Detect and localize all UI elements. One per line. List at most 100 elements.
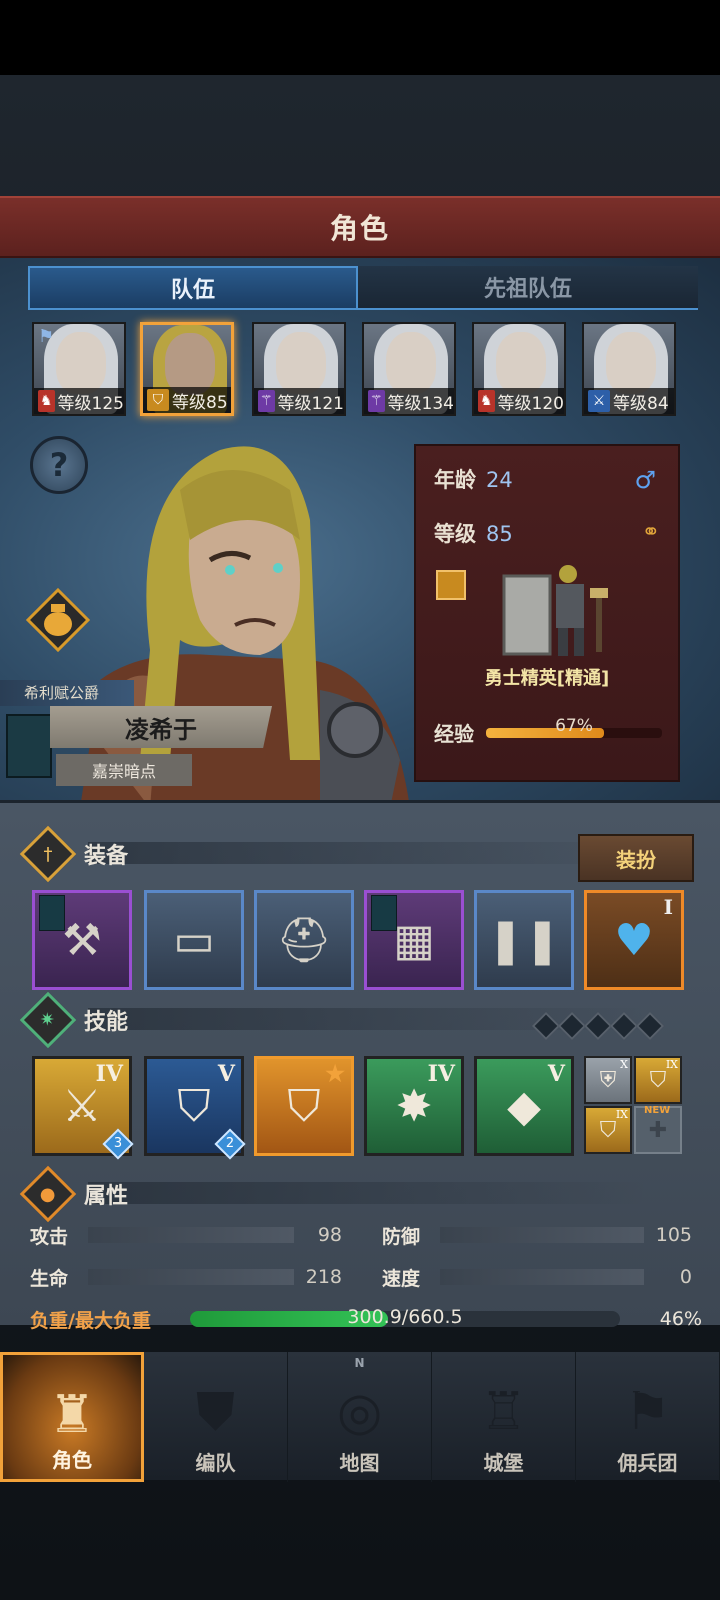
hero-slot[interactable]: ⚚ 等级134: [362, 322, 456, 416]
passive-skill-slot[interactable]: ⛉ IX: [584, 1106, 632, 1154]
staff-icon: ⚚: [258, 390, 275, 412]
character-portrait: [80, 446, 410, 808]
attributes-title: 属性: [84, 1184, 129, 1209]
hero-level: 等级125: [57, 393, 124, 414]
nav-map[interactable]: N ◎ 地图: [288, 1352, 432, 1482]
status-bar-area: [0, 0, 720, 75]
hero-level: 等级134: [387, 393, 454, 414]
equip-slot-shield[interactable]: ▭: [144, 890, 244, 990]
guild-name: 嘉崇暗点: [56, 754, 192, 786]
load-label: 负重/最大负重: [30, 1309, 151, 1332]
nav-mercenary[interactable]: ⚑ 佣兵团: [576, 1352, 720, 1482]
hero-level: 等级84: [613, 393, 669, 414]
guild-banner-icon: [6, 714, 52, 778]
dress-up-button[interactable]: 装扮: [578, 834, 694, 882]
skill-slot[interactable]: ⚔ IV 3: [32, 1056, 134, 1160]
noble-title: 希利赋公爵: [0, 680, 134, 706]
equip-slot-amulet[interactable]: ♥ I: [584, 890, 684, 990]
tab-team[interactable]: 队伍: [28, 266, 358, 310]
bottom-nav: ♜ 角色 ⛊ 编队 N ◎ 地图 ♖ 城堡 ⚑ 佣兵团: [0, 1350, 720, 1482]
load-value: 300.9/660.5: [347, 1306, 463, 1328]
hero-slot[interactable]: ♞ 等级120: [472, 322, 566, 416]
skills-section-header: ✷ 技能: [19, 991, 129, 1049]
nav-castle[interactable]: ♖ 城堡: [432, 1352, 576, 1482]
hero-portrait: [276, 332, 326, 394]
cross-icon: ✚: [648, 1117, 668, 1143]
age-value: 24: [486, 468, 513, 492]
shield-bash-icon: ⛉: [599, 1117, 617, 1143]
level-label: 等级: [434, 522, 476, 546]
mercenary-banner-icon: ⚑: [624, 1382, 671, 1442]
exp-percent: 67%: [555, 716, 593, 736]
pickaxe-hammer-icon: ⚒: [62, 914, 102, 966]
equipment-section-header: † 装备: [19, 825, 129, 883]
new-badge: NEW: [644, 1105, 671, 1116]
formation-icon: ⛊: [195, 1381, 235, 1442]
rings-icon: ⚭: [641, 520, 660, 545]
person-icon: ●: [19, 1165, 77, 1223]
hero-level: 等级121: [277, 393, 344, 414]
level-value: 85: [486, 522, 513, 546]
equip-slot-weapon[interactable]: ⚒: [32, 890, 132, 990]
skill-slot[interactable]: ◆ V: [474, 1056, 574, 1156]
skill-slot[interactable]: ✸ IV: [364, 1056, 464, 1156]
sword-icon: ⚔: [588, 390, 610, 412]
stat-speed: 速度 0: [382, 1266, 692, 1290]
load-bar: 300.9/660.5: [190, 1306, 620, 1328]
star-burst-icon: ✷: [19, 991, 77, 1049]
male-icon: ♂: [634, 466, 656, 494]
castle-icon: ♖: [480, 1382, 527, 1442]
hero-portrait: [56, 332, 106, 394]
hero-portrait: [496, 332, 546, 394]
tab-ancestor-team[interactable]: 先祖队伍: [358, 266, 698, 310]
attributes-section-header: ● 属性: [19, 1165, 129, 1223]
greaves-icon: ❚❚: [487, 914, 561, 966]
age-label: 年龄: [434, 468, 476, 492]
hero-slot-selected[interactable]: ⛉ 等级85: [140, 322, 234, 416]
passive-skill-slot[interactable]: ⛨ X: [584, 1056, 632, 1104]
equip-slot-helmet[interactable]: ⛑: [254, 890, 354, 990]
class-icon: [436, 570, 466, 600]
class-name: 勇士精英[精通]: [484, 668, 610, 689]
hero-slot[interactable]: ⚑ ♞ 等级125: [32, 322, 126, 416]
hero-slot[interactable]: ⚔ 等级84: [582, 322, 676, 416]
passive-skill-slot[interactable]: ⛉ IX: [634, 1056, 682, 1104]
shield-cross-icon: ⛨: [599, 1067, 617, 1093]
class-figure: [502, 565, 608, 656]
tower-shield-icon: ▭: [173, 914, 215, 966]
skill-slot[interactable]: ⛉ V 2: [144, 1056, 246, 1160]
horse-icon: ♞: [38, 390, 55, 412]
page-title: 角色: [329, 212, 390, 245]
hero-level: 等级120: [497, 393, 564, 414]
shield-bash-icon: ⛉: [649, 1067, 667, 1093]
stat-hp: 生命 218: [30, 1266, 342, 1290]
hero-level: 等级85: [172, 392, 228, 413]
equipment-title: 装备: [84, 844, 129, 869]
carry-weight-row: 负重/最大负重 300.9/660.5 46%: [30, 1302, 702, 1336]
equip-slot-boots[interactable]: ❚❚: [474, 890, 574, 990]
shield-star-icon: ⛉: [147, 389, 169, 411]
dagger-icon: †: [19, 825, 77, 883]
hero-portrait: [386, 332, 436, 394]
staff-icon: ⚚: [368, 390, 385, 412]
exp-label: 经验: [434, 722, 474, 746]
equip-slot-armor[interactable]: ▦: [364, 890, 464, 990]
hero-portrait: [165, 333, 215, 395]
hero-portrait: [606, 332, 656, 394]
stat-defense: 防御 105: [382, 1224, 692, 1248]
stat-attack: 攻击 98: [30, 1224, 342, 1248]
chain-armor-icon: ▦: [393, 914, 435, 966]
nav-formation[interactable]: ⛊ 编队: [144, 1352, 288, 1482]
character-name[interactable]: 凌希于: [50, 706, 272, 748]
skill-slots-indicator: [531, 1011, 665, 1041]
hero-slot[interactable]: ⚚ 等级121: [252, 322, 346, 416]
helmet-icon: ⛑: [276, 915, 332, 966]
flag-icon: ⚑: [38, 326, 55, 347]
item-rank: I: [663, 895, 673, 919]
nav-character[interactable]: ♜ 角色: [0, 1352, 144, 1482]
compass-map-icon: ◎: [336, 1382, 383, 1442]
load-percent: 46%: [659, 1308, 702, 1330]
skills-title: 技能: [84, 1010, 129, 1035]
character-info-card: 年龄 24 ♂ 等级 85 ⚭ 勇士精英[精通] 经验 67%: [414, 444, 680, 782]
skill-slot[interactable]: ⛉ ★: [254, 1056, 354, 1156]
